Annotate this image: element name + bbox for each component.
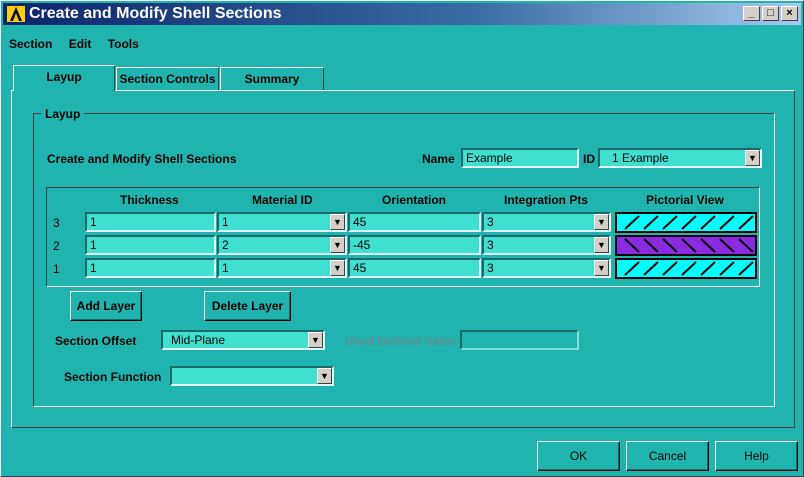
layer-thickness-value: 1 bbox=[90, 238, 97, 252]
chevron-down-icon[interactable]: ▼ bbox=[330, 237, 345, 253]
layer-integration-field[interactable]: 3 ▼ bbox=[482, 258, 611, 278]
title-bar[interactable]: Create and Modify Shell Sections _ □ × bbox=[3, 3, 801, 25]
menu-edit[interactable]: Edit bbox=[69, 37, 92, 51]
group-label: Layup bbox=[41, 107, 85, 121]
layer-material-field[interactable]: 1 ▼ bbox=[217, 212, 347, 232]
id-label: ID bbox=[583, 152, 595, 166]
layer-thickness-field[interactable]: 1 bbox=[85, 235, 216, 255]
menu-bar: Section Edit Tools bbox=[9, 37, 152, 51]
section-offset-label: Section Offset bbox=[55, 334, 137, 348]
id-select[interactable]: 1 Example ▼ bbox=[598, 148, 762, 168]
chevron-down-icon[interactable]: ▼ bbox=[745, 150, 760, 166]
hatch-pattern bbox=[624, 261, 754, 276]
ansys-logo-icon bbox=[7, 6, 25, 22]
layer-material-value: 2 bbox=[222, 238, 229, 252]
layer-integration-value: 3 bbox=[487, 215, 494, 229]
layer-pictorial-view bbox=[615, 258, 757, 279]
layer-pictorial-view bbox=[615, 212, 757, 233]
layer-material-value: 1 bbox=[222, 261, 229, 275]
layer-orientation-field[interactable]: 45 bbox=[348, 212, 481, 232]
name-label: Name bbox=[422, 152, 455, 166]
layer-thickness-value: 1 bbox=[90, 215, 97, 229]
chevron-down-icon[interactable]: ▼ bbox=[594, 214, 609, 230]
layer-number: 1 bbox=[53, 262, 60, 276]
minimize-icon[interactable]: _ bbox=[743, 6, 760, 21]
section-offset-select[interactable]: Mid-Plane ▼ bbox=[161, 330, 325, 350]
menu-tools[interactable]: Tools bbox=[108, 37, 139, 51]
chevron-down-icon[interactable]: ▼ bbox=[330, 214, 345, 230]
section-function-select[interactable]: ▼ bbox=[170, 366, 334, 386]
hatch-pattern bbox=[624, 238, 754, 253]
layer-thickness-value: 1 bbox=[90, 261, 97, 275]
layer-material-value: 1 bbox=[222, 215, 229, 229]
header-integration-pts: Integration Pts bbox=[504, 193, 589, 207]
id-value: 1 Example bbox=[612, 151, 669, 165]
close-icon[interactable]: × bbox=[781, 6, 798, 21]
layer-thickness-field[interactable]: 1 bbox=[85, 212, 216, 232]
chevron-down-icon[interactable]: ▼ bbox=[308, 332, 323, 348]
header-thickness: Thickness bbox=[120, 193, 179, 207]
layer-material-field[interactable]: 1 ▼ bbox=[217, 258, 347, 278]
layer-pictorial-view bbox=[615, 235, 757, 256]
header-pictorial-view: Pictorial View bbox=[646, 193, 724, 207]
header-material-id: Material ID bbox=[252, 193, 313, 207]
cancel-button[interactable]: Cancel bbox=[626, 441, 709, 471]
layer-thickness-field[interactable]: 1 bbox=[85, 258, 216, 278]
name-field[interactable]: Example bbox=[461, 148, 579, 168]
chevron-down-icon[interactable]: ▼ bbox=[594, 237, 609, 253]
user-value-label: Used Defined Value bbox=[345, 334, 457, 348]
layer-orientation-value: 45 bbox=[353, 261, 367, 275]
layer-number: 3 bbox=[53, 216, 60, 230]
layer-integration-value: 3 bbox=[487, 261, 494, 275]
layer-orientation-field[interactable]: 45 bbox=[348, 258, 481, 278]
section-function-label: Section Function bbox=[64, 370, 162, 384]
ok-button[interactable]: OK bbox=[537, 441, 620, 471]
maximize-icon[interactable]: □ bbox=[762, 6, 779, 21]
tab-layup[interactable]: Layup bbox=[13, 65, 115, 91]
layer-integration-field[interactable]: 3 ▼ bbox=[482, 235, 611, 255]
layer-integration-field[interactable]: 3 ▼ bbox=[482, 212, 611, 232]
window-title: Create and Modify Shell Sections bbox=[29, 5, 282, 22]
user-value-field bbox=[460, 330, 579, 350]
section-heading: Create and Modify Shell Sections bbox=[47, 152, 237, 166]
chevron-down-icon[interactable]: ▼ bbox=[594, 260, 609, 276]
chevron-down-icon[interactable]: ▼ bbox=[330, 260, 345, 276]
add-layer-button[interactable]: Add Layer bbox=[70, 291, 142, 321]
chevron-down-icon[interactable]: ▼ bbox=[317, 368, 332, 384]
layer-orientation-field[interactable]: -45 bbox=[348, 235, 481, 255]
tab-section-controls[interactable]: Section Controls bbox=[116, 67, 219, 91]
layer-orientation-value: 45 bbox=[353, 215, 367, 229]
hatch-pattern bbox=[624, 215, 754, 230]
layer-number: 2 bbox=[53, 239, 60, 253]
header-orientation: Orientation bbox=[382, 193, 447, 207]
help-button[interactable]: Help bbox=[715, 441, 798, 471]
dialog-window: Create and Modify Shell Sections _ □ × S… bbox=[0, 0, 804, 477]
tab-summary[interactable]: Summary bbox=[220, 67, 324, 91]
section-offset-value: Mid-Plane bbox=[171, 333, 226, 347]
layer-orientation-value: -45 bbox=[353, 238, 371, 252]
layer-material-field[interactable]: 2 ▼ bbox=[217, 235, 347, 255]
delete-layer-button[interactable]: Delete Layer bbox=[204, 291, 291, 321]
layer-integration-value: 3 bbox=[487, 238, 494, 252]
menu-section[interactable]: Section bbox=[9, 37, 52, 51]
